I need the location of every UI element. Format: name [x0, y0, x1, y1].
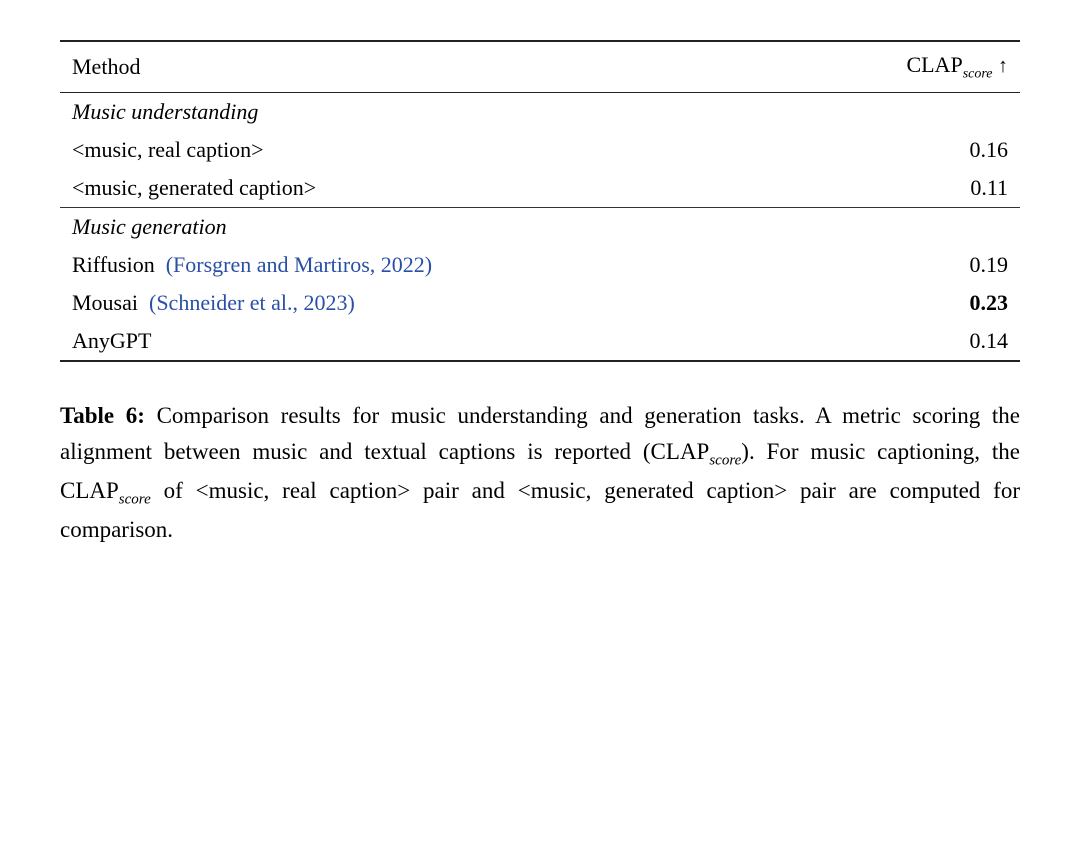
section-understanding-header: Music understanding: [60, 93, 1020, 132]
citation-link-riffusion[interactable]: (Forsgren and Martiros, 2022): [166, 252, 432, 277]
table-caption: Table 6: Comparison results for music un…: [60, 398, 1020, 547]
clap-label: CLAP: [906, 52, 962, 77]
method-cell: AnyGPT: [60, 322, 784, 361]
score-header: CLAPscore ↑: [784, 41, 1021, 93]
method-cell: Mousai (Schneider et al., 2023): [60, 284, 784, 322]
section-understanding-label: Music understanding: [60, 93, 1020, 132]
comparison-table: Method CLAPscore ↑ Music understanding <…: [60, 40, 1020, 362]
table-row: AnyGPT 0.14: [60, 322, 1020, 361]
score-cell: 0.11: [784, 169, 1021, 208]
caption-clap-sub-2: score: [119, 491, 151, 507]
section-generation-header: Music generation: [60, 208, 1020, 247]
caption-label: Table 6:: [60, 403, 145, 428]
score-subscript: score: [963, 66, 993, 81]
method-cell: <music, real caption>: [60, 131, 784, 169]
citation-link-mousai[interactable]: (Schneider et al., 2023): [149, 290, 355, 315]
score-cell-bold: 0.23: [784, 284, 1021, 322]
method-cell: Riffusion (Forsgren and Martiros, 2022): [60, 246, 784, 284]
method-cell: <music, generated caption>: [60, 169, 784, 208]
score-cell: 0.16: [784, 131, 1021, 169]
caption-text-3: of <music, real caption> pair and <music…: [60, 478, 1020, 542]
table-row: <music, real caption> 0.16: [60, 131, 1020, 169]
table-row: Mousai (Schneider et al., 2023) 0.23: [60, 284, 1020, 322]
table-row: <music, generated caption> 0.11: [60, 169, 1020, 208]
table-row: Riffusion (Forsgren and Martiros, 2022) …: [60, 246, 1020, 284]
method-header: Method: [60, 41, 784, 93]
up-arrow: ↑: [998, 55, 1008, 77]
caption-clap-sub-1: score: [709, 453, 741, 469]
page-container: Method CLAPscore ↑ Music understanding <…: [60, 40, 1020, 547]
score-cell: 0.19: [784, 246, 1021, 284]
score-cell: 0.14: [784, 322, 1021, 361]
section-generation-label: Music generation: [60, 208, 1020, 247]
